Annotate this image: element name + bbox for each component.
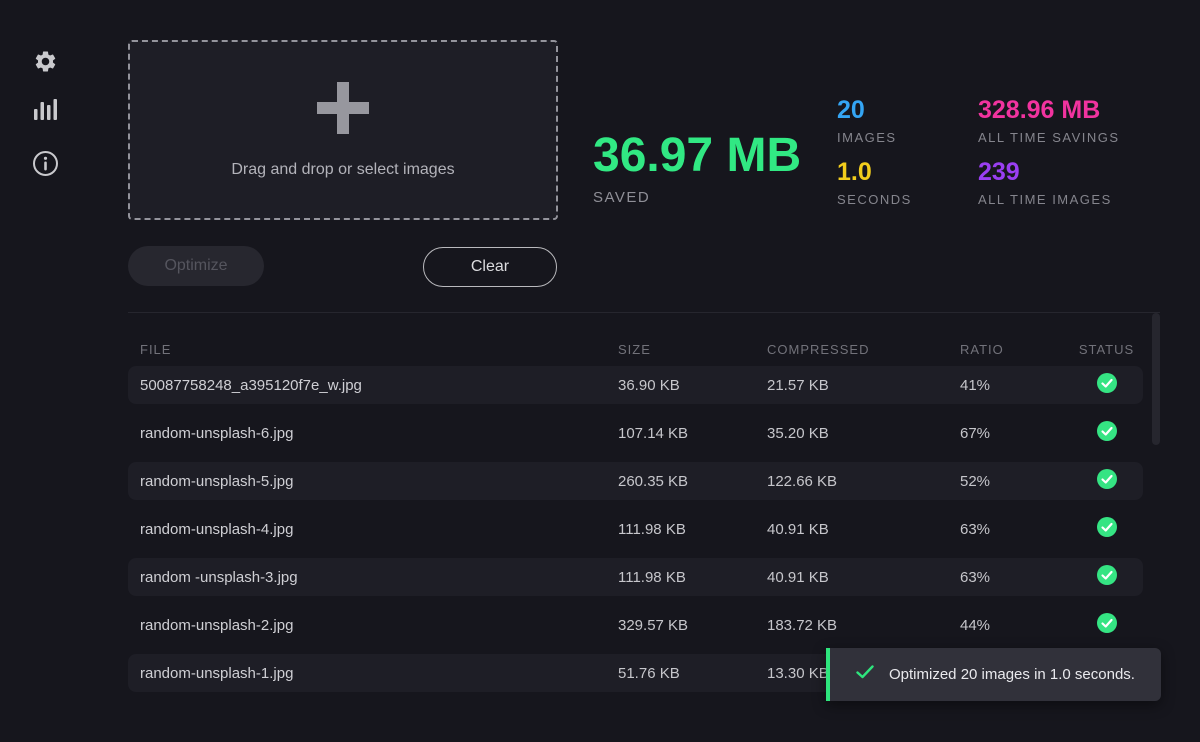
table-row: random-unsplash-6.jpg 107.14 KB 35.20 KB… [128,414,1143,452]
table-row: 50087758248_a395120f7e_w.jpg 36.90 KB 21… [128,366,1143,404]
check-circle-icon [1097,517,1117,541]
file-name: random-unsplash-4.jpg [128,521,618,538]
check-circle-icon [1097,613,1117,637]
header-file: FILE [128,342,618,357]
file-status [1070,469,1143,493]
alltime-images-value: 239 [978,157,1148,187]
file-name: random -unsplash-3.jpg [128,569,618,586]
settings-button[interactable] [31,47,59,75]
file-status [1070,565,1143,589]
check-circle-icon [1097,469,1117,493]
stat-saved: 36.97 MB SAVED [593,130,801,206]
file-size: 111.98 KB [618,521,767,538]
file-compressed: 35.20 KB [767,425,960,442]
table-header: FILE SIZE COMPRESSED RATIO STATUS [128,338,1143,360]
toast-message: Optimized 20 images in 1.0 seconds. [889,666,1135,683]
header-ratio: RATIO [960,342,1070,357]
table-scrollbar[interactable] [1152,313,1160,445]
check-circle-icon [1097,565,1117,589]
header-size: SIZE [618,342,767,357]
file-compressed: 122.66 KB [767,473,960,490]
toast-notification: Optimized 20 images in 1.0 seconds. [826,648,1161,701]
table-row: random -unsplash-3.jpg 111.98 KB 40.91 K… [128,558,1143,596]
file-name: 50087758248_a395120f7e_w.jpg [128,377,618,394]
file-ratio: 41% [960,377,1070,394]
file-compressed: 183.72 KB [767,617,960,634]
optimize-button[interactable]: Optimize [128,246,264,286]
check-circle-icon [1097,373,1117,397]
check-icon [856,665,874,684]
file-ratio: 52% [960,473,1070,490]
alltime-images-label: ALL TIME IMAGES [978,192,1148,207]
header-status: STATUS [1070,342,1143,357]
file-ratio: 63% [960,521,1070,538]
file-name: random-unsplash-2.jpg [128,617,618,634]
bar-chart-icon [32,96,58,124]
file-status [1070,613,1143,637]
file-size: 329.57 KB [618,617,767,634]
file-ratio: 67% [960,425,1070,442]
dropzone-label: Drag and drop or select images [231,161,454,179]
stat-column-alltime: 328.96 MB ALL TIME SAVINGS 239 ALL TIME … [978,95,1148,219]
gear-icon [33,49,58,74]
alltime-savings-label: ALL TIME SAVINGS [978,130,1148,145]
statistics-button[interactable] [31,96,59,124]
plus-icon [317,82,369,139]
saved-label: SAVED [593,189,801,206]
file-status [1070,421,1143,445]
dropzone[interactable]: Drag and drop or select images [128,40,558,220]
file-size: 107.14 KB [618,425,767,442]
file-name: random-unsplash-1.jpg [128,665,618,682]
table-row: random-unsplash-2.jpg 329.57 KB 183.72 K… [128,606,1143,644]
saved-value: 36.97 MB [593,130,801,183]
file-compressed: 40.91 KB [767,521,960,538]
file-ratio: 44% [960,617,1070,634]
file-size: 111.98 KB [618,569,767,586]
content-divider [128,312,1160,313]
file-compressed: 21.57 KB [767,377,960,394]
file-status [1070,373,1143,397]
sidebar [0,0,96,742]
file-status [1070,517,1143,541]
file-name: random-unsplash-6.jpg [128,425,618,442]
info-icon [32,150,59,177]
about-button[interactable] [31,149,59,177]
alltime-savings-value: 328.96 MB [978,95,1148,125]
table-row: random-unsplash-4.jpg 111.98 KB 40.91 KB… [128,510,1143,548]
header-compressed: COMPRESSED [767,342,960,357]
file-size: 51.76 KB [618,665,767,682]
file-name: random-unsplash-5.jpg [128,473,618,490]
file-ratio: 63% [960,569,1070,586]
clear-button[interactable]: Clear [423,247,557,287]
file-size: 260.35 KB [618,473,767,490]
table-row: random-unsplash-5.jpg 260.35 KB 122.66 K… [128,462,1143,500]
check-circle-icon [1097,421,1117,445]
file-compressed: 40.91 KB [767,569,960,586]
file-size: 36.90 KB [618,377,767,394]
